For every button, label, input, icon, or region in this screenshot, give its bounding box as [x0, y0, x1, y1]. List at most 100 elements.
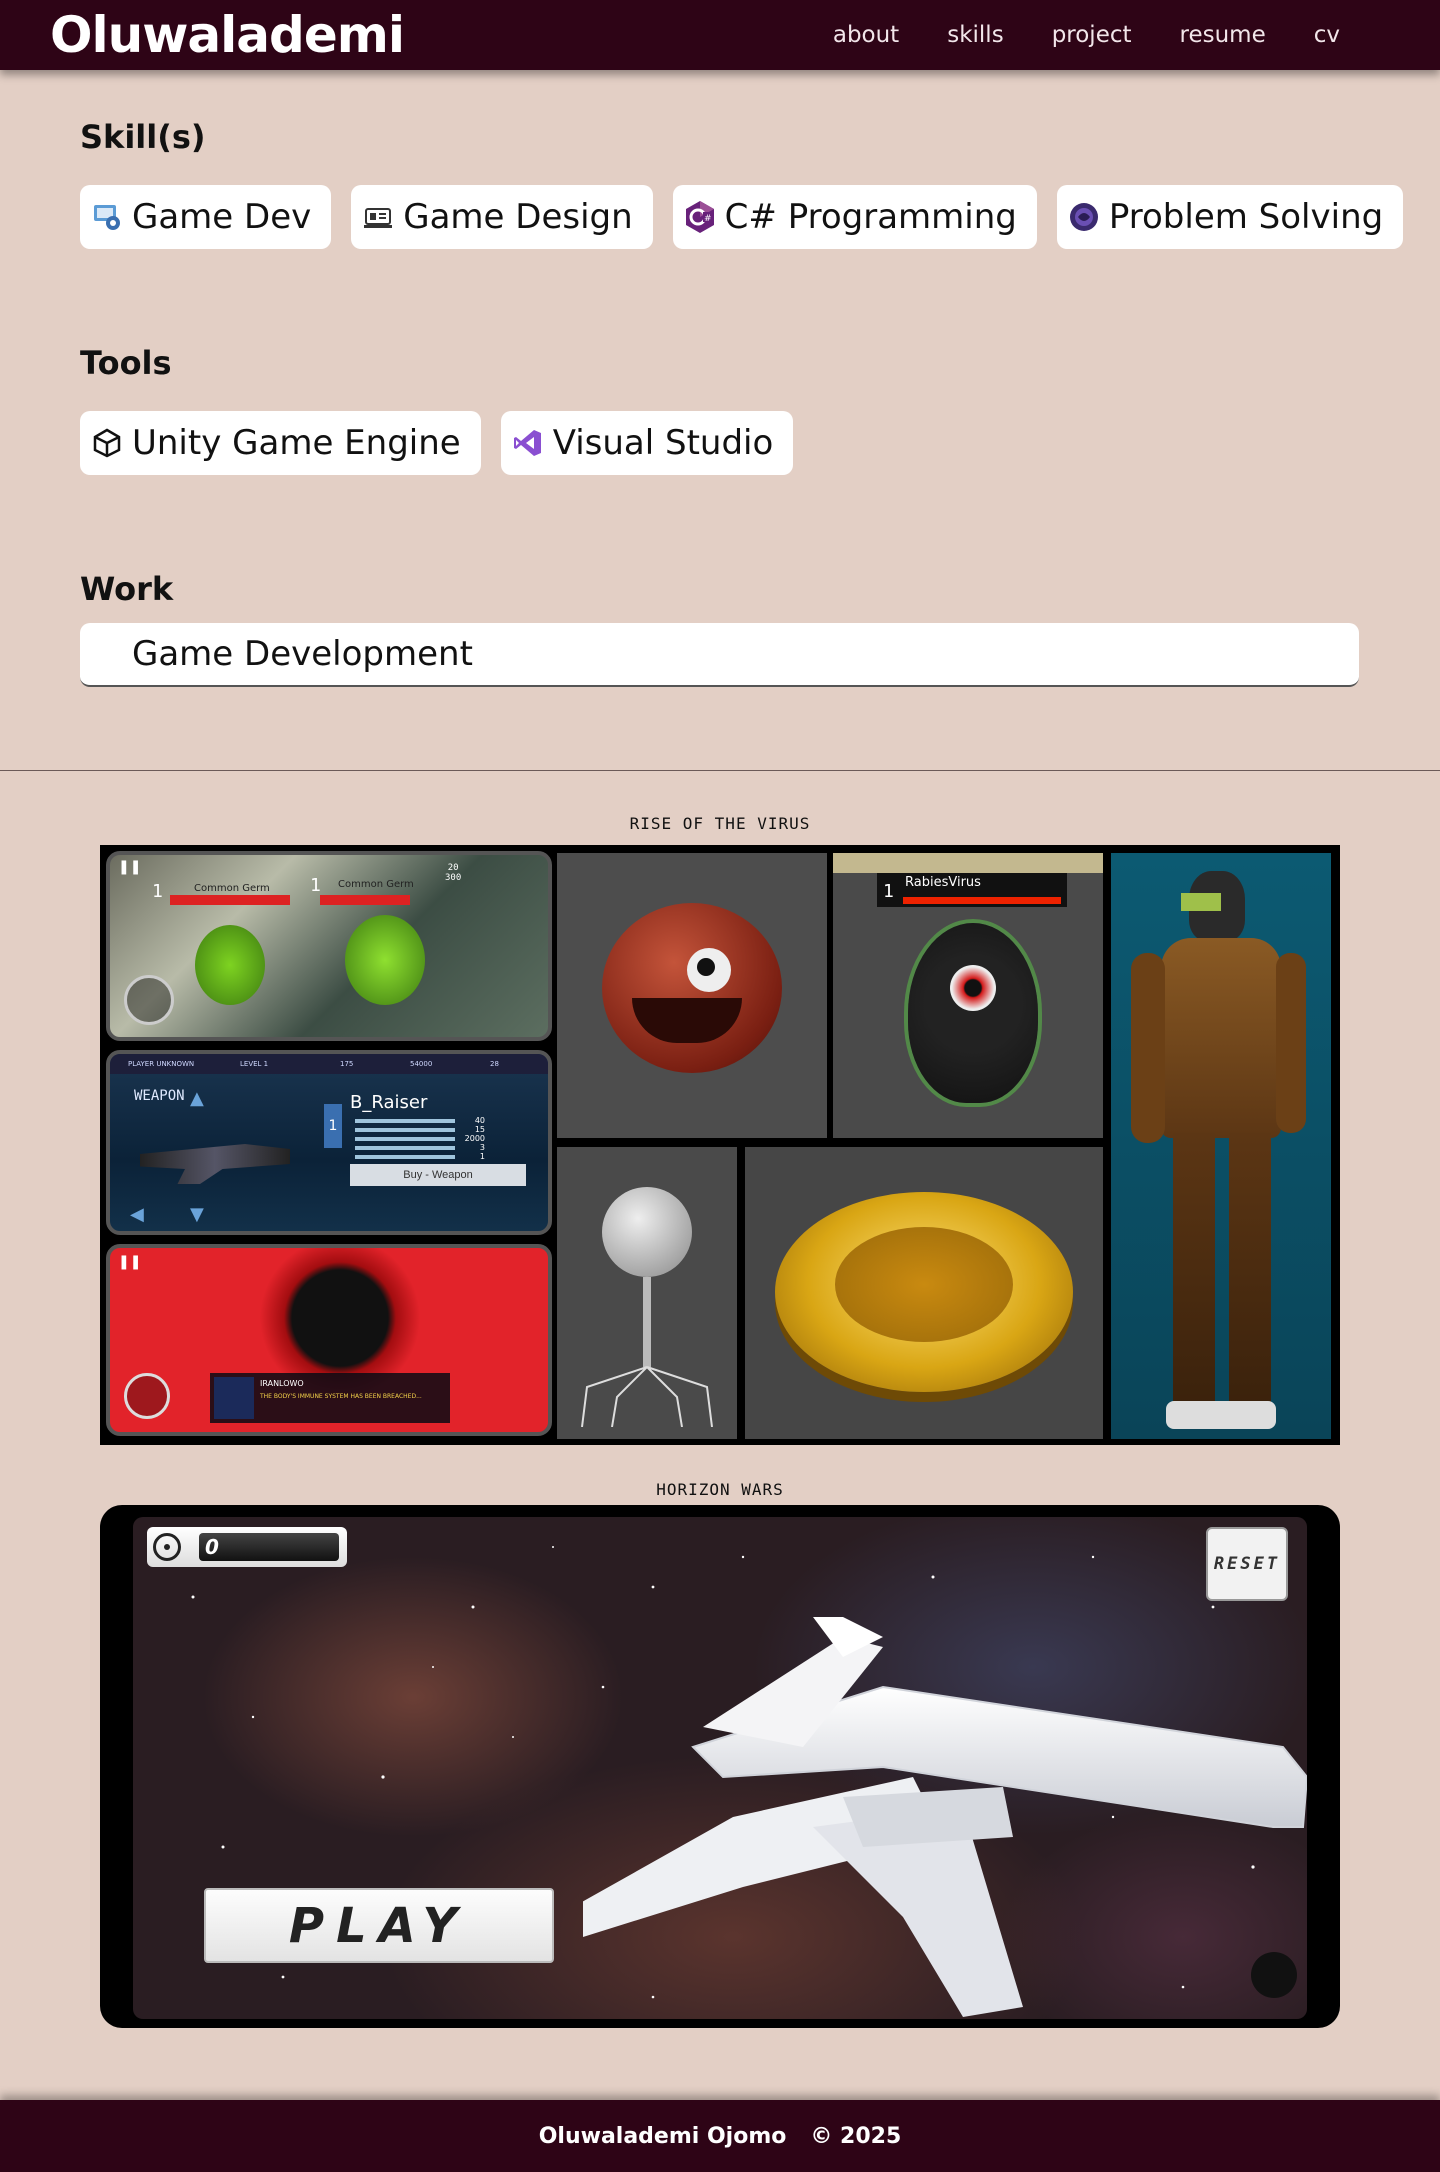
tool-label: Unity Game Engine [132, 423, 461, 463]
skill-label: Game Dev [132, 197, 312, 237]
screenshot-gameplay: 1 Common Germ 1 Common Germ 20 300 ❚❚ [106, 851, 552, 1041]
arrow-left-icon: ◀ [130, 1204, 144, 1225]
coin-emblem [835, 1227, 1013, 1342]
work-tab-game-development[interactable]: Game Development [80, 623, 1359, 687]
soldier-leg [1229, 1133, 1271, 1403]
nav-resume[interactable]: resume [1180, 22, 1266, 48]
tool-chip-visual-studio: Visual Studio [500, 411, 794, 475]
arrow-down-icon: ▼ [190, 1204, 204, 1225]
player-name: PLAYER UNKNOWN [128, 1060, 195, 1068]
skill-chip-csharp: # C# Programming [672, 185, 1037, 249]
pause-icon: ❚❚ [118, 1254, 142, 1270]
ammo-counter: 20 300 [445, 863, 462, 883]
spaceship-model [583, 1617, 1307, 2017]
nav-about[interactable]: about [833, 22, 899, 48]
germ-enemy [195, 925, 265, 1005]
weapon-stats: 40 15 2000 3 1 [355, 1116, 485, 1161]
tool-chip-unity: Unity Game Engine [80, 411, 481, 475]
horizon-wars-preview[interactable]: 0 RESET PLAY [100, 1505, 1340, 2028]
footer-copyright: © 2025 [810, 2123, 902, 2149]
phage-tail [643, 1277, 651, 1367]
skill-chip-game-dev: Game Dev [80, 185, 332, 249]
work-heading: Work [80, 570, 174, 608]
buy-weapon-button: Buy - Weapon [350, 1164, 526, 1186]
tools-list: Unity Game Engine Visual Studio [80, 411, 794, 475]
game-design-icon [361, 200, 395, 234]
svg-text:#: # [704, 214, 712, 224]
screenshot-weapon-shop: PLAYER UNKNOWN LEVEL 1 175 54000 28 WEAP… [106, 1050, 552, 1235]
tool-label: Visual Studio [552, 423, 774, 463]
play-button: PLAY [204, 1888, 554, 1963]
footer-name: Oluwalademi Ojomo [538, 2123, 787, 2149]
soldier-visor [1181, 893, 1221, 911]
csharp-icon: # [683, 200, 717, 234]
weapon-name: B_Raiser [350, 1092, 428, 1113]
virus-body [602, 903, 782, 1073]
unity-icon [90, 426, 124, 460]
main-nav: about skills project resume cv [833, 0, 1340, 70]
joystick [124, 1373, 170, 1419]
footer: Oluwalademi Ojomo © 2025 [0, 2100, 1440, 2172]
arrow-up-icon: ▲ [190, 1088, 204, 1109]
phage-head [602, 1187, 692, 1277]
crosshair-icon [153, 1533, 181, 1561]
player-level: LEVEL 1 [240, 1060, 269, 1068]
rise-of-the-virus-gallery[interactable]: 1 Common Germ 1 Common Germ 20 300 ❚❚ PLA… [100, 845, 1340, 1445]
render-soldier [1111, 853, 1331, 1439]
project-title-horizon-wars: HORIZON WARS [656, 1480, 784, 1499]
game-dev-icon [90, 200, 124, 234]
nav-skills[interactable]: skills [947, 22, 1003, 48]
pause-icon: ❚❚ [118, 859, 142, 875]
enemy-count: 1 [310, 875, 321, 896]
character-portrait [214, 1377, 254, 1419]
render-phage [557, 1147, 737, 1439]
skill-label: Problem Solving [1108, 197, 1384, 237]
soldier-torso [1161, 938, 1281, 1138]
skills-list: Game Dev Game Design # C# Programming Pr… [80, 185, 1404, 249]
enemy-count: 1 [152, 881, 163, 902]
score-panel: 0 [147, 1527, 347, 1567]
camera-cutout [1251, 1952, 1297, 1998]
boss-health-panel: 1 RabiesVirus [877, 873, 1067, 907]
joystick [124, 975, 174, 1025]
phage-legs [581, 1366, 713, 1427]
visual-studio-icon [511, 426, 545, 460]
render-rabies-virus: 1 RabiesVirus [833, 853, 1103, 1138]
skills-heading: Skill(s) [80, 118, 206, 156]
weapon-preview [140, 1144, 290, 1184]
germ-enemy [345, 915, 425, 1005]
horizon-wars-screen: 0 RESET PLAY [133, 1517, 1307, 2019]
rabies-virus-body [908, 923, 1038, 1103]
nav-project[interactable]: project [1052, 22, 1132, 48]
soldier-arm [1131, 953, 1165, 1143]
enemy-name: Common Germ [338, 879, 414, 890]
dialog-box: IRANLOWO THE BODY'S IMMUNE SYSTEM HAS BE… [210, 1373, 450, 1423]
skill-label: C# Programming [724, 197, 1017, 237]
soldier-arm [1276, 953, 1306, 1133]
shard-count: 28 [490, 1060, 499, 1068]
enemy-health-bar [170, 895, 290, 905]
project-title-rise-of-the-virus: RISE OF THE VIRUS [629, 814, 811, 833]
skill-label: Game Design [403, 197, 633, 237]
top-navbar: Oluwalademi about skills project resume … [0, 0, 1440, 70]
render-red-virus [557, 853, 827, 1138]
soldier-leg [1173, 1133, 1215, 1403]
skill-chip-game-design: Game Design [351, 185, 653, 249]
tools-heading: Tools [80, 344, 172, 382]
score-value: 0 [199, 1533, 339, 1561]
weapon-slot: 1 [324, 1104, 342, 1148]
problem-solving-icon [1067, 200, 1101, 234]
enemy-health-bar [320, 895, 410, 905]
nav-cv[interactable]: cv [1314, 22, 1340, 48]
render-gold-coin [745, 1147, 1103, 1439]
boss-health-bar [903, 897, 1061, 904]
coin-count: 54000 [410, 1060, 433, 1068]
enemy-name: Common Germ [194, 883, 270, 894]
gem-count: 175 [340, 1060, 354, 1068]
rabies-virus-eye [950, 965, 996, 1011]
brand-logo[interactable]: Oluwalademi [50, 4, 405, 66]
section-divider [0, 770, 1440, 771]
screenshot-dialog: ❚❚ IRANLOWO THE BODY'S IMMUNE SYSTEM HAS… [106, 1244, 552, 1436]
virus-pupil [697, 958, 715, 976]
soldier-boots [1166, 1401, 1276, 1429]
